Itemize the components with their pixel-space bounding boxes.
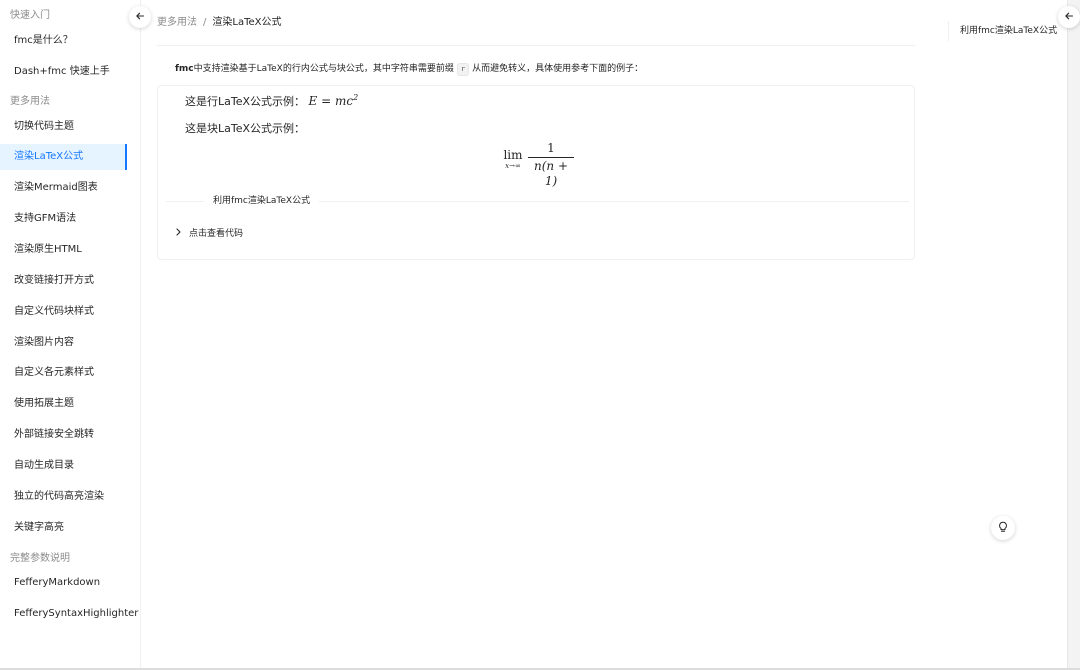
sidebar-item-images[interactable]: 渲染图片内容 (0, 330, 127, 356)
sidebar-item-quickstart[interactable]: Dash+fmc 快速上手 (0, 59, 127, 85)
intro-text-after: 从而避免转义，具体使用参考下面的例子： (472, 64, 644, 74)
inline-code: r (456, 62, 470, 76)
sidebar-group-title: 更多用法 (10, 96, 50, 107)
divider-line-left (166, 201, 204, 202)
limit-subscript: x→∞ (505, 162, 521, 170)
formula-equals: = (317, 94, 335, 108)
sidebar-collapse-button[interactable] (129, 6, 151, 28)
sidebar-group-title: 完整参数说明 (10, 553, 70, 564)
breadcrumb-separator: / (203, 17, 207, 28)
toc-item[interactable]: 利用fmc渲染LaTeX公式 (949, 21, 1057, 41)
breadcrumb-divider (157, 45, 915, 46)
inline-formula-label: 这是行LaTeX公式示例： (185, 95, 306, 108)
sidebar: 快速入门 fmc是什么？ Dash+fmc 快速上手 更多用法 切换代码主题 渲… (0, 0, 141, 670)
block-formula: lim x→∞ 1 n(n + 1) (501, 141, 581, 188)
sidebar-item-keyword-highlight[interactable]: 关键字高亮 (0, 515, 127, 541)
intro-text: 中支持渲染基于LaTeX的行内公式与块公式，其中字符串需要前缀 (193, 64, 454, 74)
view-code-toggle[interactable]: 点击查看代码 (175, 227, 243, 241)
sidebar-item-code-theme[interactable]: 切换代码主题 (0, 114, 127, 140)
sidebar-item-raw-html[interactable]: 渲染原生HTML (0, 237, 127, 263)
formula-rhs: mc (334, 94, 354, 108)
fraction: 1 n(n + 1) (528, 141, 574, 189)
toc-collapse-button[interactable] (1058, 6, 1080, 28)
scrollbar[interactable] (1067, 0, 1080, 670)
sidebar-item-latex[interactable]: 渲染LaTeX公式 (0, 144, 127, 170)
sidebar-item-element-styles[interactable]: 自定义各元素样式 (0, 360, 127, 386)
inline-formula-line: 这是行LaTeX公式示例： E = mc2 (185, 93, 358, 109)
sidebar-item-extended-theme[interactable]: 使用拓展主题 (0, 391, 127, 417)
arrow-left-icon (1064, 11, 1074, 24)
sidebar-group-title: 快速入门 (10, 10, 50, 21)
breadcrumb-parent-link[interactable]: 更多用法 (157, 16, 197, 30)
formula-lhs: E (308, 94, 318, 108)
breadcrumb: 更多用法 / 渲染LaTeX公式 (157, 16, 282, 30)
intro-paragraph: fmc 中支持渲染基于LaTeX的行内公式与块公式，其中字符串需要前缀 r 从而避免转… (175, 61, 643, 77)
sidebar-item-codeblock-style[interactable]: 自定义代码块样式 (0, 299, 127, 325)
inline-formula: E = mc2 (308, 93, 359, 108)
intro-bold: fmc (175, 64, 194, 74)
sidebar-item-what-is-fmc[interactable]: fmc是什么？ (0, 28, 127, 54)
fraction-numerator: 1 (547, 141, 555, 155)
chevron-right-icon (175, 227, 182, 241)
sidebar-item-feffery-syntax-highlighter[interactable]: FefferySyntaxHighlighter (0, 601, 138, 627)
formula-exponent: 2 (353, 93, 359, 102)
limit-operator: lim x→∞ (501, 149, 525, 171)
sidebar-item-link-target[interactable]: 改变链接打开方式 (0, 268, 127, 294)
view-code-label: 点击查看代码 (189, 229, 244, 239)
sidebar-item-syntax-highlight[interactable]: 独立的代码高亮渲染 (0, 484, 127, 510)
fraction-bar (528, 157, 574, 158)
divider-title: 利用fmc渲染LaTeX公式 (204, 193, 320, 209)
fraction-denominator: n(n + 1) (533, 159, 568, 188)
sidebar-item-mermaid[interactable]: 渲染Mermaid图表 (0, 175, 127, 201)
breadcrumb-current: 渲染LaTeX公式 (212, 17, 282, 28)
float-action-button[interactable] (991, 516, 1015, 540)
lightbulb-icon (997, 521, 1009, 536)
arrow-left-icon (135, 11, 145, 24)
block-formula-label: 这是块LaTeX公式示例： (185, 122, 306, 135)
demo-card: 这是行LaTeX公式示例： E = mc2 这是块LaTeX公式示例： lim … (157, 85, 915, 260)
section-divider: 利用fmc渲染LaTeX公式 (166, 193, 909, 209)
sidebar-item-gfm[interactable]: 支持GFM语法 (0, 206, 127, 232)
sidebar-item-auto-toc[interactable]: 自动生成目录 (0, 453, 127, 479)
limit-word: lim (503, 148, 523, 162)
table-of-contents: 利用fmc渲染LaTeX公式 (948, 21, 1057, 41)
sidebar-item-feffery-markdown[interactable]: FefferyMarkdown (0, 570, 127, 596)
sidebar-item-safe-redirect[interactable]: 外部链接安全跳转 (0, 422, 127, 448)
